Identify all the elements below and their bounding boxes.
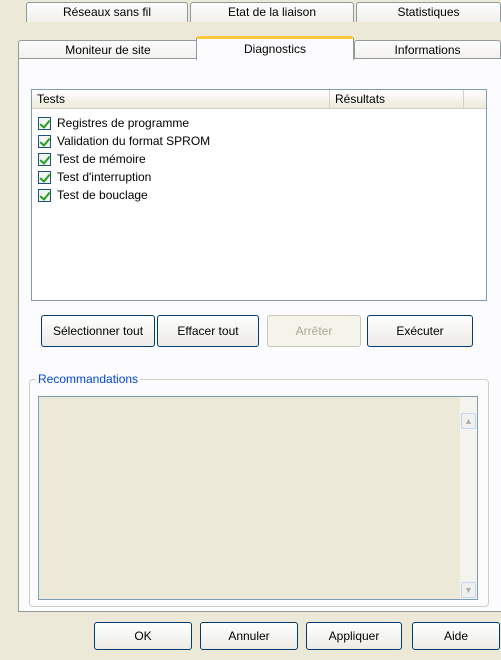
stop-button[interactable]: Arrêter [267, 315, 361, 347]
checkbox-test-interruption[interactable] [38, 170, 51, 184]
test-item[interactable]: Registres de programme [38, 114, 210, 132]
tab-statistiques[interactable]: Statistiques [356, 2, 501, 22]
cancel-button[interactable]: Annuler [200, 622, 298, 650]
diagnostics-panel: Tests Résultats Registres de programme V… [18, 58, 501, 612]
scroll-up-icon[interactable]: ▲ [461, 413, 476, 429]
test-label: Registres de programme [57, 116, 190, 130]
tests-list[interactable]: Tests Résultats Registres de programme V… [31, 89, 487, 301]
scroll-down-icon[interactable]: ▼ [461, 582, 476, 598]
test-label: Validation du format SPROM [57, 134, 211, 148]
column-header-results[interactable]: Résultats [330, 90, 464, 109]
tab-diagnostics[interactable]: Diagnostics [196, 36, 354, 60]
run-button[interactable]: Exécuter [367, 315, 473, 347]
test-label: Test d'interruption [57, 170, 152, 184]
help-button[interactable]: Aide [412, 622, 500, 650]
checkbox-registres-programme[interactable] [38, 116, 51, 130]
select-all-button[interactable]: Sélectionner tout [41, 315, 155, 347]
tab-moniteur-site[interactable]: Moniteur de site [18, 40, 198, 60]
test-item[interactable]: Test de bouclage [38, 186, 210, 204]
test-item[interactable]: Test de mémoire [38, 150, 210, 168]
tests-list-header: Tests Résultats [32, 90, 486, 109]
recommendations-group: Recommandations ▲ ▼ [29, 372, 489, 607]
dialog-window: Réseaux sans fil Etat de la liaison Stat… [0, 0, 501, 660]
test-label: Test de bouclage [57, 188, 148, 202]
checkbox-validation-sprom[interactable] [38, 134, 51, 148]
column-header-tests[interactable]: Tests [32, 90, 330, 109]
tests-list-rows: Registres de programme Validation du for… [38, 114, 210, 204]
ok-button[interactable]: OK [94, 622, 192, 650]
test-item[interactable]: Validation du format SPROM [38, 132, 210, 150]
recommendations-scrollbar[interactable]: ▲ ▼ [460, 397, 477, 599]
recommendations-label: Recommandations [36, 372, 141, 386]
recommendations-textbox[interactable]: ▲ ▼ [38, 396, 478, 600]
checkbox-test-memoire[interactable] [38, 152, 51, 166]
checkbox-test-bouclage[interactable] [38, 188, 51, 202]
clear-all-button[interactable]: Effacer tout [157, 315, 259, 347]
apply-button[interactable]: Appliquer [306, 622, 402, 650]
test-item[interactable]: Test d'interruption [38, 168, 210, 186]
tab-reseaux-sans-fil[interactable]: Réseaux sans fil [26, 2, 188, 22]
tab-etat-liaison[interactable]: Etat de la liaison [190, 2, 354, 22]
tab-informations[interactable]: Informations [354, 40, 501, 60]
test-label: Test de mémoire [57, 152, 146, 166]
